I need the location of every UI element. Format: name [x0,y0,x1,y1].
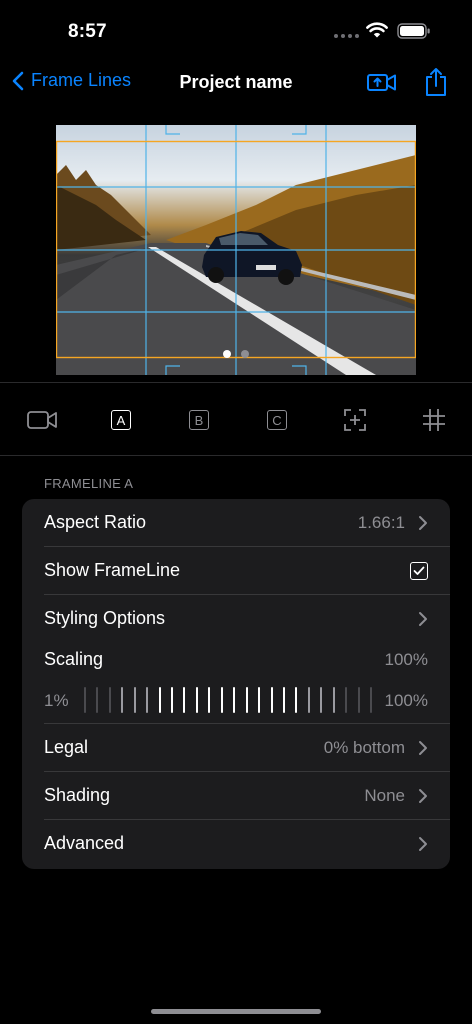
road-car-photo [56,125,416,375]
home-indicator [151,1009,321,1014]
slider-tick [332,687,335,713]
center-marker-icon [344,409,366,431]
chevron-right-icon [419,612,427,626]
shading-value: None [364,786,405,805]
shading-label: Shading [44,785,111,805]
slider-tick [282,687,285,713]
page-dot-active[interactable] [223,350,231,358]
camera-tool-button[interactable] [20,398,64,442]
slider-tick [208,687,211,713]
show-frameline-label: Show FrameLine [44,560,181,580]
aspect-ratio-row[interactable]: Aspect Ratio 1.66:1 [22,499,450,547]
slider-tick [96,687,99,713]
divider [0,455,472,456]
camera-icon [27,411,57,429]
chevron-right-icon [419,741,427,755]
frameline-toolbar: A B C [0,398,472,442]
frameline-b-label: B [189,410,209,430]
back-button[interactable]: Frame Lines [12,70,131,91]
page-indicator[interactable] [223,350,249,358]
chevron-right-icon [419,516,427,530]
camera-upload-icon[interactable] [366,70,398,94]
status-bar: 8:57 [0,0,472,60]
wifi-icon [366,22,388,38]
grid-button[interactable] [412,398,456,442]
show-frameline-row[interactable]: Show FrameLine [22,547,450,595]
legal-row[interactable]: Legal 0% bottom [22,724,450,772]
chevron-right-icon [419,789,427,803]
frameline-a-button[interactable]: A [99,398,143,442]
advanced-row[interactable]: Advanced [22,820,450,868]
slider-tick [307,687,310,713]
shading-row[interactable]: Shading None [22,772,450,820]
scaling-value: 100% [384,650,428,669]
styling-options-row[interactable]: Styling Options [22,595,450,643]
frameline-b-button[interactable]: B [177,398,221,442]
legal-value: 0% bottom [323,738,405,757]
aspect-ratio-label: Aspect Ratio [44,512,147,532]
slider-tick [295,687,298,713]
styling-options-label: Styling Options [44,608,166,628]
show-frameline-checkbox[interactable] [410,562,428,580]
aspect-ratio-value: 1.66:1 [357,513,405,532]
slider-tick [370,687,372,713]
page-dot[interactable] [241,350,249,358]
status-time: 8:57 [68,21,107,42]
battery-icon [397,23,430,39]
legal-label: Legal [44,737,89,757]
scaling-slider[interactable] [84,687,372,713]
slider-tick [220,687,223,713]
camera-preview[interactable] [56,125,416,375]
slider-tick [320,687,323,713]
chevron-left-icon [12,71,24,90]
divider [0,382,472,383]
scaling-label: Scaling [44,649,104,669]
share-icon[interactable] [424,66,448,98]
checkmark-icon [413,566,425,575]
slider-tick [245,687,248,713]
frameline-c-button[interactable]: C [255,398,299,442]
advanced-label: Advanced [44,833,125,853]
slider-tick [121,687,124,713]
slider-tick [345,687,348,713]
slider-tick [84,687,86,713]
section-header: FRAMELINE A [44,476,134,491]
slider-tick [357,687,360,713]
frameline-a-label: A [111,410,131,430]
slider-tick [258,687,261,713]
slider-tick [108,687,111,713]
slider-min-label: 1% [44,691,69,710]
slider-tick [195,687,198,713]
frameline-c-label: C [267,410,287,430]
frameline-settings-card: Aspect Ratio 1.66:1 Show FrameLine Styli… [22,499,450,869]
grid-icon [423,409,445,431]
slider-tick [270,687,273,713]
slider-tick [233,687,236,713]
slider-tick [171,687,174,713]
slider-tick [183,687,186,713]
cellular-signal-icon [334,34,359,38]
slider-tick [146,687,149,713]
slider-tick [158,687,161,713]
navigation-bar: Frame Lines Project name [0,60,472,108]
slider-tick [133,687,136,713]
back-button-label: Frame Lines [31,70,132,90]
slider-max-label: 100% [384,691,428,710]
chevron-right-icon [419,837,427,851]
center-marker-button[interactable] [333,398,377,442]
